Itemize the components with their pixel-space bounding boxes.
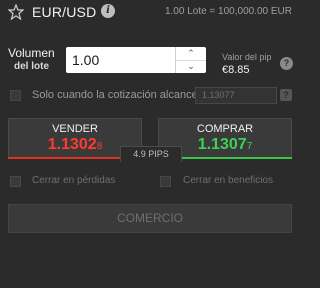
buy-price-fraction: 7 xyxy=(246,141,253,152)
sell-indicator-line xyxy=(8,157,120,159)
trade-button[interactable]: COMERCIO xyxy=(8,204,292,233)
info-icon[interactable]: i xyxy=(101,4,115,18)
volume-sublabel: del lote xyxy=(14,61,50,72)
stop-loss-checkbox[interactable] xyxy=(10,176,21,187)
pip-value: €8.85 xyxy=(222,64,250,76)
pip-value-label: Valor del pip xyxy=(222,52,272,62)
limit-rate-input[interactable]: 1.13077 xyxy=(195,87,277,104)
spread-badge: 4.9 PIPS xyxy=(120,146,182,162)
sell-price-fraction: 8 xyxy=(96,141,103,152)
limit-checkbox[interactable] xyxy=(10,90,21,101)
volume-label: Volumen xyxy=(8,46,55,60)
lot-size-text: 1.00 Lote = 100,000.00 EUR xyxy=(164,6,292,17)
instrument-symbol: EUR/USD xyxy=(32,4,97,20)
take-profit-label: Cerrar en beneficios xyxy=(183,175,274,186)
volume-input[interactable] xyxy=(66,47,176,73)
chevron-up-icon[interactable]: ⌃ xyxy=(176,47,206,61)
buy-price-main: 1.1307 xyxy=(197,136,247,153)
stop-loss-label: Cerrar en pérdidas xyxy=(32,175,116,186)
take-profit-checkbox[interactable] xyxy=(160,176,171,187)
volume-stepper-buttons: ⌃ ⌄ xyxy=(175,47,206,73)
sell-price-main: 1.1302 xyxy=(47,136,97,153)
help-icon[interactable]: ? xyxy=(280,89,292,101)
buy-indicator-line xyxy=(182,157,292,159)
help-icon[interactable]: ? xyxy=(280,57,293,70)
star-outline-icon[interactable] xyxy=(8,4,24,20)
buy-label: COMPRAR xyxy=(196,123,254,135)
chevron-down-icon[interactable]: ⌄ xyxy=(176,60,206,73)
sell-label: VENDER xyxy=(52,123,98,135)
limit-label: Solo cuando la cotización alcance xyxy=(32,89,198,101)
volume-stepper: ⌃ ⌄ xyxy=(66,47,206,73)
